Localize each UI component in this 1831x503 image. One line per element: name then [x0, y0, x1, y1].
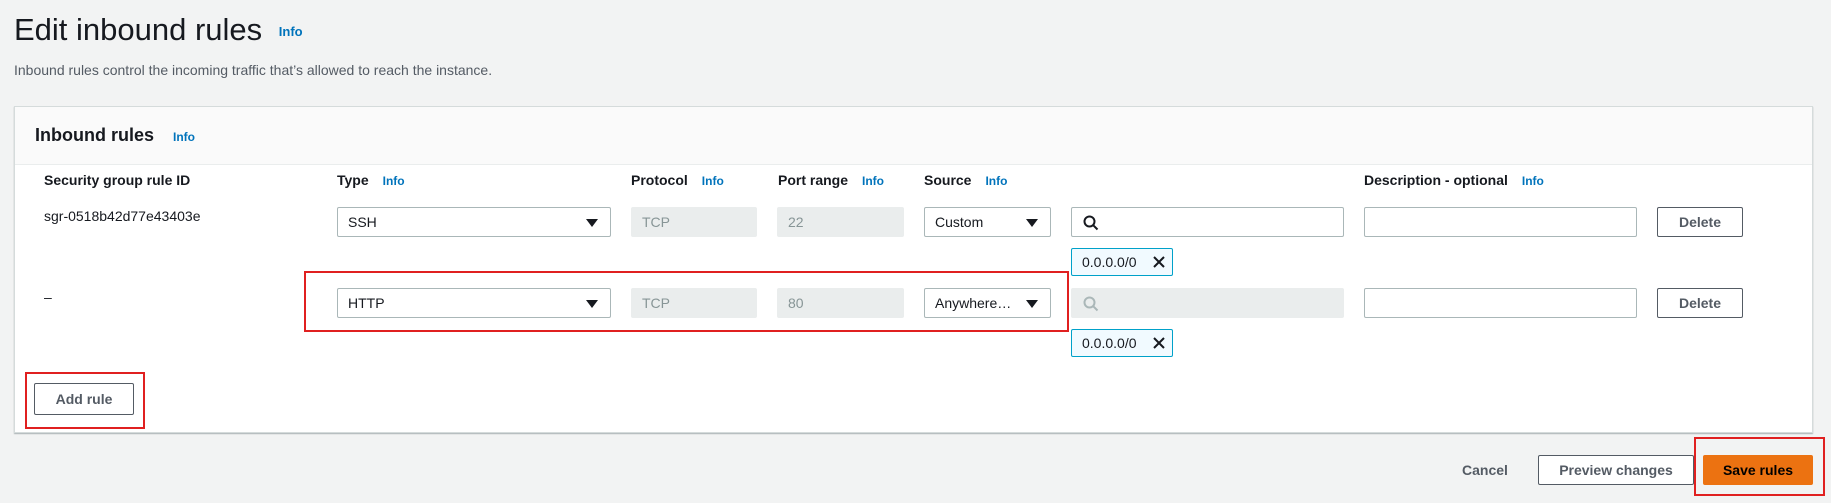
source-cidr-search-input [1071, 288, 1344, 318]
column-header-protocol-label: Protocol [631, 172, 688, 188]
protocol-field: TCP [631, 207, 757, 237]
column-header-source: Source Info [924, 172, 1007, 188]
page-subtitle: Inbound rules control the incoming traff… [14, 62, 493, 78]
protocol-info-link[interactable]: Info [702, 174, 724, 188]
rule-id-cell: sgr-0518b42d77e43403e [44, 208, 201, 224]
caret-down-icon [1026, 219, 1038, 227]
cancel-button[interactable]: Cancel [1450, 456, 1520, 484]
panel-header: Inbound rules Info [15, 107, 1812, 165]
caret-down-icon [586, 300, 598, 308]
type-select-value: HTTP [348, 295, 385, 311]
column-header-port-range: Port range Info [778, 172, 884, 188]
column-header-rule-id-label: Security group rule ID [44, 172, 191, 188]
port-range-field: 22 [777, 207, 904, 237]
column-header-source-label: Source [924, 172, 972, 188]
panel-title-text: Inbound rules [35, 125, 154, 145]
preview-changes-button[interactable]: Preview changes [1538, 455, 1694, 485]
cidr-token: 0.0.0.0/0 [1071, 248, 1173, 276]
source-select-value: Custom [935, 214, 984, 230]
cidr-token-label: 0.0.0.0/0 [1082, 335, 1137, 351]
page-title-text: Edit inbound rules [14, 12, 263, 47]
column-header-protocol: Protocol Info [631, 172, 724, 188]
column-header-type: Type Info [337, 172, 405, 188]
source-select-value: Anywhere-IPv4 [935, 295, 1014, 311]
close-icon[interactable] [1152, 255, 1166, 269]
source-select[interactable]: Anywhere-IPv4 [924, 288, 1051, 318]
type-select[interactable]: HTTP [337, 288, 611, 318]
port-range-info-link[interactable]: Info [862, 174, 884, 188]
caret-down-icon [1026, 300, 1038, 308]
delete-button[interactable]: Delete [1657, 288, 1743, 318]
delete-button[interactable]: Delete [1657, 207, 1743, 237]
caret-down-icon [586, 219, 598, 227]
add-rule-button[interactable]: Add rule [34, 383, 134, 415]
page-title: Edit inbound rules Info [14, 8, 303, 54]
column-header-description-label: Description - optional [1364, 172, 1508, 188]
search-icon [1083, 215, 1099, 231]
page-title-info-link[interactable]: Info [279, 24, 303, 39]
description-input[interactable] [1364, 288, 1637, 318]
column-header-port-range-label: Port range [778, 172, 849, 188]
protocol-field: TCP [631, 288, 757, 318]
description-input[interactable] [1364, 207, 1637, 237]
rule-id-cell: – [44, 289, 52, 305]
source-info-link[interactable]: Info [985, 174, 1007, 188]
panel-title: Inbound rules Info [35, 125, 195, 146]
column-header-rule-id: Security group rule ID [44, 172, 190, 188]
inbound-rules-panel: Inbound rules Info [14, 106, 1813, 433]
type-info-link[interactable]: Info [383, 174, 405, 188]
source-cidr-search-input[interactable] [1071, 207, 1344, 237]
column-header-description: Description - optional Info [1364, 172, 1544, 188]
cidr-token: 0.0.0.0/0 [1071, 329, 1173, 357]
source-select[interactable]: Custom [924, 207, 1051, 237]
close-icon[interactable] [1152, 336, 1166, 350]
panel-title-info-link[interactable]: Info [173, 130, 195, 144]
save-rules-button[interactable]: Save rules [1703, 455, 1813, 485]
port-range-field: 80 [777, 288, 904, 318]
search-icon [1083, 296, 1099, 312]
description-info-link[interactable]: Info [1522, 174, 1544, 188]
cidr-token-label: 0.0.0.0/0 [1082, 254, 1137, 270]
type-select[interactable]: SSH [337, 207, 611, 237]
type-select-value: SSH [348, 214, 377, 230]
column-header-type-label: Type [337, 172, 369, 188]
